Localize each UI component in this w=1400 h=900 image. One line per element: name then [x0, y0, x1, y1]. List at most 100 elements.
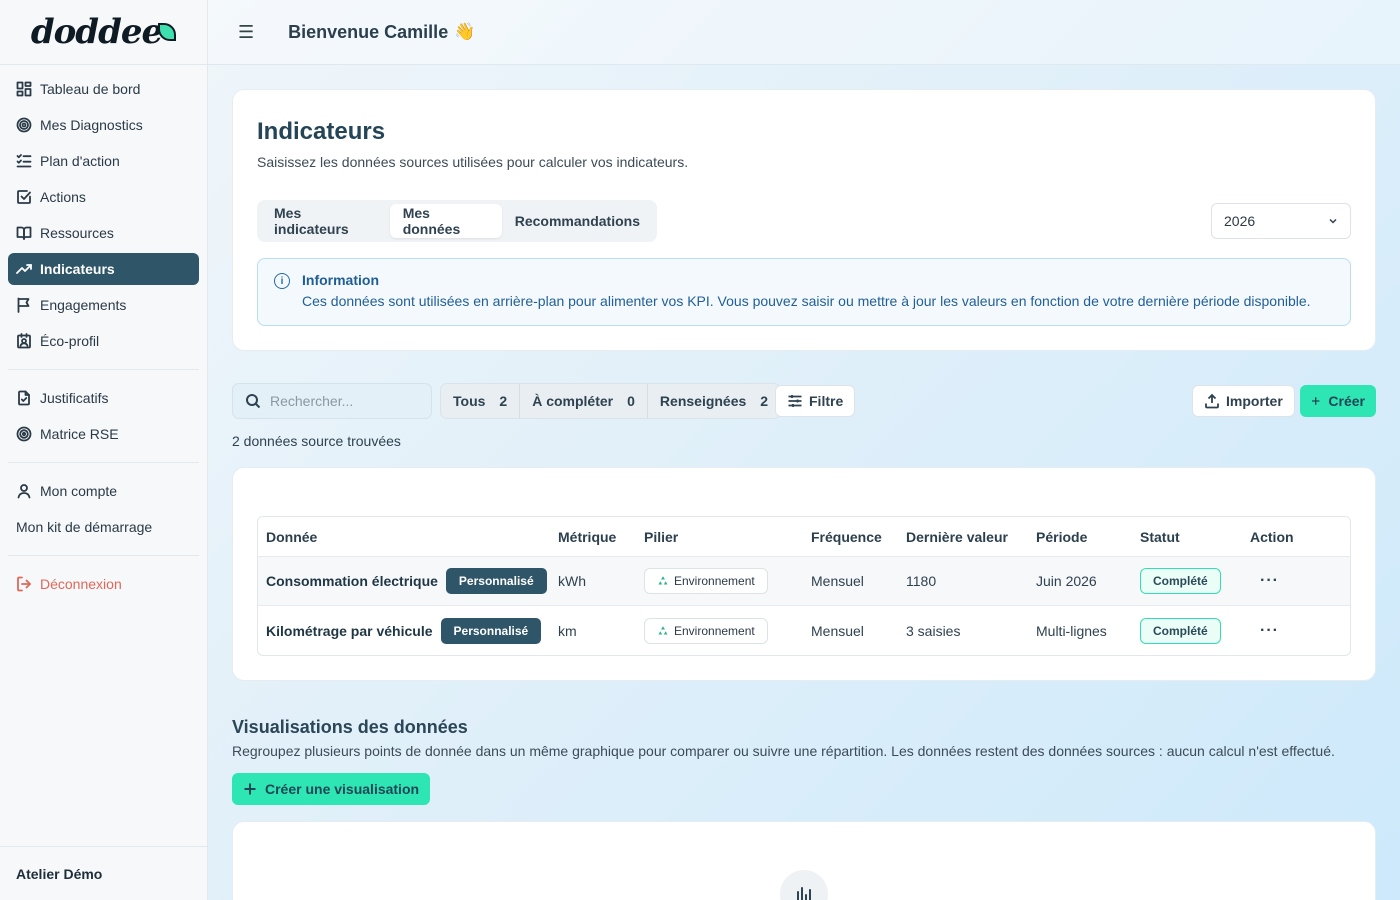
search-input[interactable] [270, 393, 420, 409]
cell-data-name: Consommation électrique Personnalisé [258, 568, 558, 594]
sidebar-item-label: Matrice RSE [40, 426, 119, 442]
sidebar-item-label: Indicateurs [40, 261, 115, 277]
cell-period: Juin 2026 [1036, 573, 1097, 589]
list-checks-icon [16, 153, 32, 169]
column-header[interactable]: Dernière valeur [906, 529, 1036, 545]
wave-emoji: 👋 [454, 22, 476, 41]
organization-name[interactable]: Atelier Démo [0, 846, 207, 900]
dashboard-icon [16, 81, 32, 97]
sidebar-item-mon-compte[interactable]: Mon compte [8, 475, 199, 507]
logout-icon [16, 576, 32, 592]
logo-text: doddee [30, 12, 163, 52]
data-name-text[interactable]: Kilométrage par véhicule [266, 623, 433, 639]
sidebar-item-mes-diagnostics[interactable]: Mes Diagnostics [8, 109, 199, 141]
create-visualization-button[interactable]: Créer une visualisation [232, 773, 431, 805]
sidebar-item-matrice-rse[interactable]: Matrice RSE [8, 418, 199, 450]
sidebar-item-justificatifs[interactable]: Justificatifs [8, 382, 199, 414]
pillar-badge: Environnement [644, 617, 768, 644]
import-button[interactable]: Importer [1192, 385, 1295, 417]
filter-button[interactable]: Filtre [775, 385, 856, 417]
column-header[interactable]: Pilier [644, 529, 811, 545]
table-row[interactable]: Consommation électrique Personnalisé kWh… [258, 557, 1350, 606]
info-title: Information [302, 272, 379, 288]
sidebar-item-tableau-de-bord[interactable]: Tableau de bord [8, 73, 199, 105]
cell-action: ··· [1250, 572, 1340, 590]
visualization-empty-card [232, 821, 1376, 900]
info-banner: i Information Ces données sont utilisées… [257, 258, 1351, 326]
plus-icon [244, 783, 256, 795]
page-subtitle: Saisissez les données sources utilisées … [257, 154, 689, 170]
pillar-label: Environnement [674, 623, 755, 638]
cell-status: Complété [1140, 617, 1250, 644]
chart-placeholder [780, 870, 828, 900]
table-row[interactable]: Kilométrage par véhicule Personnalisé km… [258, 606, 1350, 655]
welcome-message: Bienvenue Camille [288, 21, 449, 42]
recycle-icon [658, 576, 668, 585]
cell-metric: km [558, 622, 577, 639]
menu-icon[interactable]: ☰ [238, 22, 254, 43]
sidebar-item-indicateurs[interactable]: Indicateurs [8, 253, 199, 285]
pillar-badge: Environnement [644, 568, 768, 594]
more-actions-icon[interactable]: ··· [1250, 572, 1279, 589]
table-header-row: Donnée Métrique Pilier Fréquence Dernièr… [258, 517, 1350, 557]
column-header[interactable]: Fréquence [811, 529, 906, 545]
search-icon [246, 394, 261, 409]
data-name-text[interactable]: Consommation électrique [266, 573, 438, 589]
column-header[interactable]: Métrique [558, 529, 644, 545]
recycle-icon [658, 625, 668, 634]
column-header[interactable]: Donnée [258, 529, 558, 545]
filter-label: Renseignées [659, 393, 747, 409]
sidebar-item-label: Mon kit de démarrage [16, 519, 153, 535]
data-table-card: Donnée Métrique Pilier Fréquence Dernièr… [232, 467, 1376, 681]
sidebar-item-label: Éco-profil [40, 333, 100, 349]
check-square-icon [16, 189, 32, 205]
custom-badge: Personnalisé [440, 617, 542, 644]
sidebar-item-label: Actions [40, 189, 86, 205]
filter-tous[interactable]: Tous 2 [441, 384, 521, 418]
tab-recommandations[interactable]: Recommandations [502, 204, 653, 238]
column-header[interactable]: Statut [1140, 529, 1250, 545]
chevron-down-icon [1329, 218, 1337, 224]
sidebar-item-eco-profil[interactable]: Éco-profil [8, 325, 199, 357]
create-button[interactable]: Créer [1300, 385, 1376, 417]
sidebar-item-actions[interactable]: Actions [8, 181, 199, 213]
filter-button-label: Filtre [809, 393, 844, 409]
year-select[interactable]: 2026 [1211, 203, 1351, 239]
filter-count: 0 [627, 393, 635, 409]
tab-mes-donnees[interactable]: Mes données [389, 204, 502, 238]
sidebar-item-engagements[interactable]: Engagements [8, 289, 199, 321]
target-icon [16, 117, 32, 133]
cell-frequency: Mensuel [811, 573, 864, 589]
sidebar-item-kit-demarrage[interactable]: Mon kit de démarrage [8, 511, 199, 543]
filter-renseignees[interactable]: Renseignées 2 [648, 384, 780, 418]
logo[interactable]: doddee [0, 0, 207, 65]
logout-button[interactable]: Déconnexion [8, 568, 199, 600]
filter-count: 2 [499, 393, 508, 409]
sidebar-nav: Tableau de bord Mes Diagnostics Plan d'a… [0, 65, 207, 612]
filter-a-completer[interactable]: À compléter 0 [520, 384, 648, 418]
viz-section-title: Visualisations des données [232, 717, 468, 737]
cell-action: ··· [1250, 622, 1340, 640]
filter-label: À compléter [532, 393, 614, 409]
create-visualization-label: Créer une visualisation [265, 781, 420, 797]
tab-mes-indicateurs[interactable]: Mes indicateurs [261, 204, 390, 238]
flag-icon [16, 297, 32, 313]
sidebar-item-label: Mon compte [40, 483, 118, 499]
more-actions-icon[interactable]: ··· [1250, 622, 1279, 639]
pillar-label: Environnement [674, 574, 755, 588]
filter-label: Tous [453, 393, 486, 409]
cell-period: Multi-lignes [1036, 622, 1107, 639]
viz-section-subtitle: Regroupez plusieurs points de donnée dan… [232, 743, 1335, 759]
status-badge: Complété [1140, 568, 1221, 594]
indicators-header-card: Indicateurs Saisissez les données source… [232, 89, 1376, 351]
sidebar-item-ressources[interactable]: Ressources [8, 217, 199, 249]
page-title: Indicateurs [257, 118, 386, 145]
sidebar: doddee Tableau de bord Mes Diagnostics P… [0, 0, 208, 900]
custom-badge: Personnalisé [445, 568, 547, 594]
sidebar-item-label: Mes Diagnostics [40, 117, 143, 133]
upload-icon [1205, 393, 1219, 409]
badge-icon [16, 333, 32, 349]
filter-count: 2 [760, 393, 769, 409]
sidebar-item-plan-action[interactable]: Plan d'action [8, 145, 199, 177]
column-header[interactable]: Période [1036, 529, 1140, 545]
